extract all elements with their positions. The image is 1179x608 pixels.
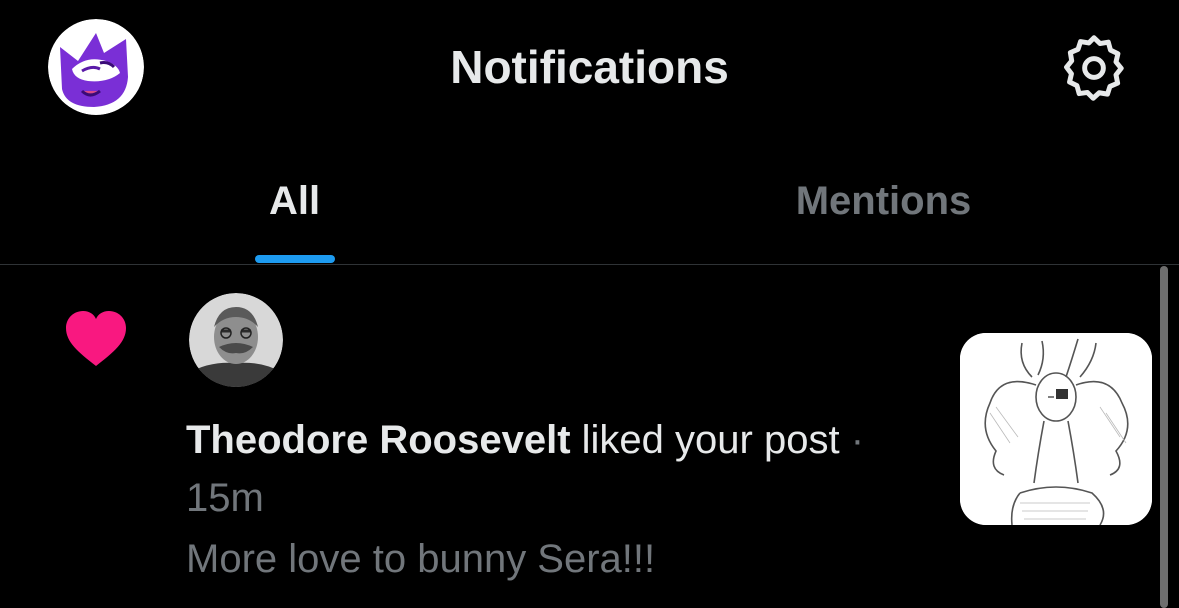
- scrollbar[interactable]: [1160, 266, 1168, 608]
- notification-time: 15m: [186, 476, 264, 520]
- tab-mentions[interactable]: Mentions: [589, 135, 1178, 264]
- post-preview-text: More love to bunny Sera!!!: [186, 537, 656, 581]
- post-thumbnail[interactable]: [960, 333, 1152, 525]
- tab-all[interactable]: All: [0, 135, 589, 264]
- top-bar: Notifications: [0, 0, 1179, 135]
- settings-button[interactable]: [1058, 35, 1130, 101]
- meta-separator: ·: [850, 418, 865, 462]
- notification-message: Theodore Roosevelt liked your post · 15m: [186, 411, 916, 527]
- user-name-link[interactable]: Theodore Roosevelt: [186, 418, 571, 462]
- notification-action: liked your post: [581, 418, 840, 462]
- portrait-avatar-icon: [189, 293, 283, 387]
- bunny-girl-sketch-thumbnail-icon: [960, 333, 1152, 525]
- notification-item[interactable]: Theodore Roosevelt liked your post · 15m…: [0, 265, 1160, 608]
- page-title: Notifications: [450, 41, 729, 93]
- tab-all-label: All: [268, 179, 321, 223]
- active-tab-indicator: [255, 255, 335, 263]
- tab-mentions-label: Mentions: [795, 179, 972, 223]
- gear-icon: [1064, 35, 1124, 101]
- heart-icon: [64, 310, 128, 368]
- user-avatar[interactable]: [189, 293, 283, 387]
- notification-tabs: All Mentions: [0, 135, 1179, 264]
